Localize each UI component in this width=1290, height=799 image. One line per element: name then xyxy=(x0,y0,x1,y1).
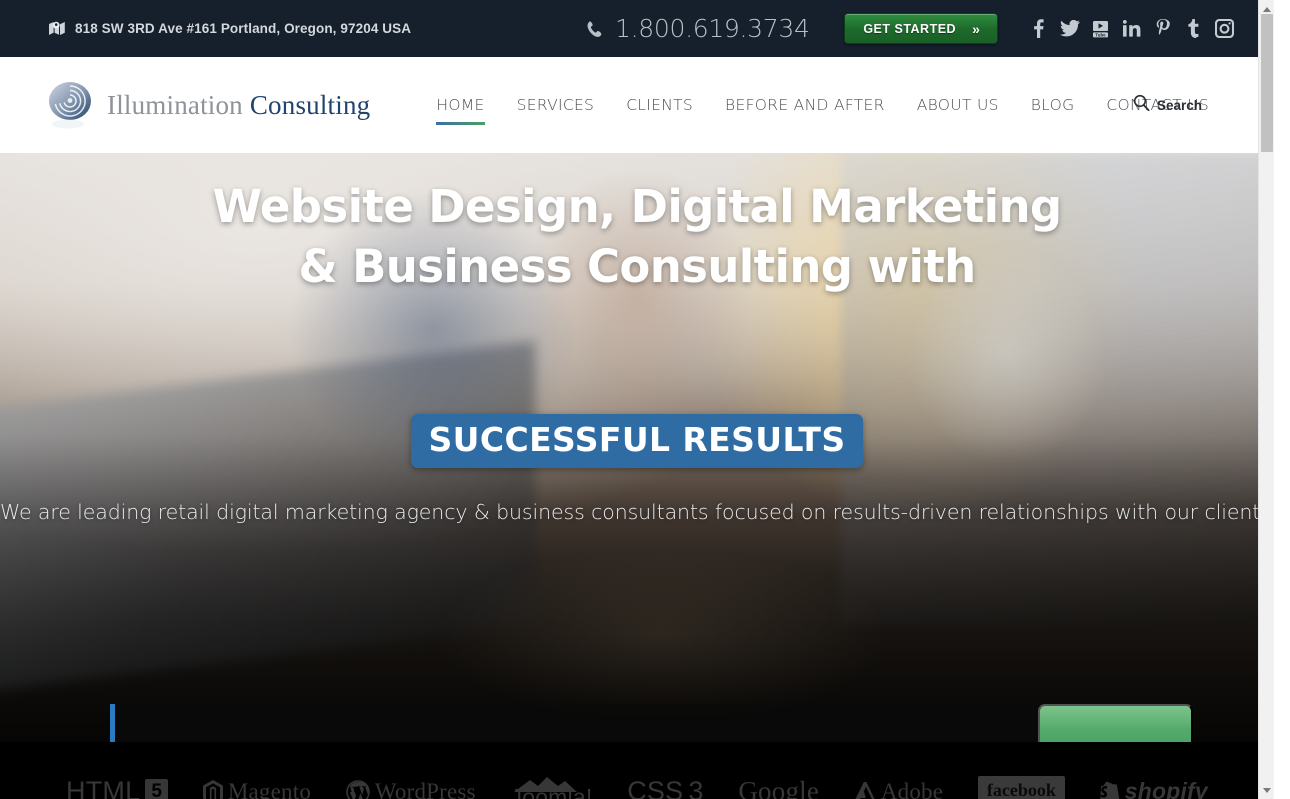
scrollbar-thumb[interactable] xyxy=(1261,14,1273,152)
social-links: Tube xyxy=(1028,17,1236,41)
phone-number-input[interactable] xyxy=(695,739,892,742)
adobe-logo-icon: Adobe xyxy=(854,779,943,799)
nav-item-about-us[interactable]: ABOUT US xyxy=(901,90,1015,120)
shopify-logo-icon: shopify xyxy=(1100,778,1208,799)
partner-logos-row: HTML 5 Magento WordPress Joomla! CSS 3 G… xyxy=(0,774,1274,799)
twitter-icon[interactable] xyxy=(1059,17,1081,41)
partner-logos-strip: HTML 5 Magento WordPress Joomla! CSS 3 G… xyxy=(0,742,1274,799)
site-header: Illumination Consulting HOME SERVICES CL… xyxy=(0,57,1274,153)
search-label: Search xyxy=(1156,97,1202,113)
address-block: 818 SW 3RD Ave #161 Portland, Oregon, 97… xyxy=(48,20,411,38)
magento-logo-icon: Magento xyxy=(202,778,312,799)
tumblr-icon[interactable] xyxy=(1183,17,1205,41)
field-separator: | xyxy=(436,741,440,742)
topbar-right-cluster: 1.800.619.3734 GET STARTED » Tube xyxy=(585,0,1258,57)
field-separator: | xyxy=(681,741,685,742)
main-navigation: HOME SERVICES CLIENTS BEFORE AND AFTER A… xyxy=(420,90,1225,125)
address-text: 818 SW 3RD Ave #161 Portland, Oregon, 97… xyxy=(75,21,412,36)
spiral-swirl-logo-icon xyxy=(46,79,96,131)
get-started-submit-button[interactable]: GET STARTED xyxy=(1038,704,1193,742)
logo-text: Illumination Consulting xyxy=(107,90,370,121)
logo[interactable]: Illumination Consulting xyxy=(46,79,370,131)
scroll-down-icon[interactable] xyxy=(1259,783,1274,797)
logo-word-1: Illumination xyxy=(107,89,243,120)
map-marker-icon xyxy=(48,20,66,38)
instagram-icon[interactable] xyxy=(1214,17,1236,41)
nav-item-home[interactable]: HOME xyxy=(420,90,500,125)
top-utility-bar: 818 SW 3RD Ave #161 Portland, Oregon, 97… xyxy=(0,0,1274,57)
phone-block[interactable]: 1.800.619.3734 xyxy=(585,14,810,43)
nav-item-services[interactable]: SERVICES xyxy=(501,90,611,120)
phone-number: 1.800.619.3734 xyxy=(615,14,810,43)
double-chevron-right-icon: » xyxy=(972,20,980,37)
nav-item-before-and-after[interactable]: BEFORE AND AFTER xyxy=(709,90,901,120)
partner-label: CSS xyxy=(627,776,684,799)
facebook-icon[interactable] xyxy=(1028,17,1050,41)
hero-badge-wrap: SUCCESSFUL RESULTS xyxy=(0,414,1274,468)
form-fields-container: | | xyxy=(110,704,1038,742)
partner-suffix: 3 xyxy=(688,776,704,799)
lead-capture-form: | | xyxy=(110,704,1193,742)
nav-item-blog[interactable]: BLOG xyxy=(1015,90,1091,120)
pinterest-icon[interactable] xyxy=(1152,17,1174,41)
css3-logo-icon: CSS 3 xyxy=(627,776,703,799)
phone-icon xyxy=(585,18,607,40)
google-logo-icon: Google xyxy=(738,776,819,799)
partner-label: Adobe xyxy=(880,778,944,799)
field-separator: | xyxy=(191,741,195,742)
youtube-icon[interactable]: Tube xyxy=(1090,17,1112,41)
svg-text:Tube: Tube xyxy=(1096,32,1107,37)
hero-title-line-2: & Business Consulting with xyxy=(298,240,976,293)
hero-subtitle: We are leading retail digital marketing … xyxy=(0,500,1274,524)
partner-label: HTML xyxy=(66,776,141,799)
full-name-field[interactable]: | xyxy=(162,726,407,742)
partner-label: Joomla! xyxy=(510,784,593,799)
facebook-logo-icon: facebook xyxy=(977,776,1065,799)
linkedin-icon[interactable] xyxy=(1121,17,1143,41)
email-address-input[interactable] xyxy=(450,739,647,742)
email-address-field[interactable]: | xyxy=(407,726,652,742)
joomla-logo-icon: Joomla! xyxy=(511,774,593,799)
logo-word-2: Consulting xyxy=(249,89,371,120)
search-icon xyxy=(1133,94,1150,116)
hero-banner: Website Design, Digital Marketing & Busi… xyxy=(0,153,1274,742)
nav-item-clients[interactable]: CLIENTS xyxy=(610,90,709,120)
hero-title: Website Design, Digital Marketing & Busi… xyxy=(0,173,1274,297)
page-root: 818 SW 3RD Ave #161 Portland, Oregon, 97… xyxy=(0,0,1274,799)
search-toggle[interactable]: Search xyxy=(1133,94,1202,116)
page-scrollbar[interactable] xyxy=(1258,0,1274,799)
partner-label: facebook xyxy=(986,780,1056,799)
wordpress-logo-icon: WordPress xyxy=(346,779,476,799)
partner-label: Google xyxy=(738,776,820,799)
hero-title-line-1: Website Design, Digital Marketing xyxy=(212,180,1062,233)
get-started-button-top[interactable]: GET STARTED » xyxy=(843,13,998,44)
partner-suffix: 5 xyxy=(145,778,169,799)
hero-highlight-badge: SUCCESSFUL RESULTS xyxy=(411,414,863,468)
get-started-label: GET STARTED xyxy=(863,21,957,36)
html5-logo-icon: HTML 5 xyxy=(66,776,169,799)
hero-content: Website Design, Digital Marketing & Busi… xyxy=(0,153,1274,742)
partner-label: shopify xyxy=(1124,778,1208,799)
partner-label: WordPress xyxy=(374,778,476,799)
full-name-input[interactable] xyxy=(205,739,402,742)
phone-number-field[interactable]: | xyxy=(652,726,897,742)
partner-label: Magento xyxy=(227,778,312,799)
